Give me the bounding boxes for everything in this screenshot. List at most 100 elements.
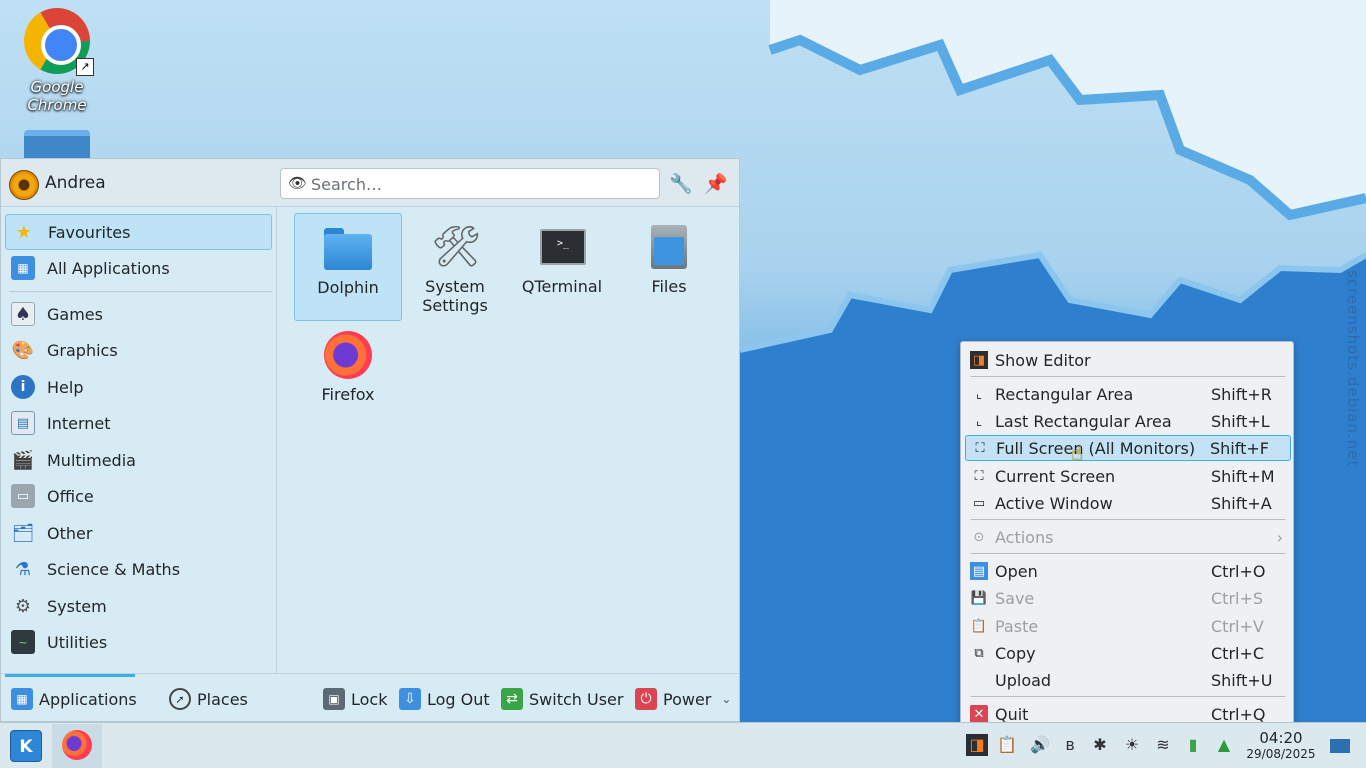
files-icon (645, 223, 693, 271)
sidebar-item-all-applications[interactable]: ▦ All Applications (5, 250, 272, 286)
menu-item-label: Upload (995, 670, 1052, 690)
menu-item-paste[interactable]: 📋 Paste Ctrl+V (965, 613, 1291, 639)
tab-applications[interactable]: ▦ Applications (11, 686, 137, 712)
app-tile-system-settings[interactable]: 🛠 System Settings (401, 213, 509, 321)
brightness-icon[interactable]: ☀ (1121, 734, 1143, 756)
other-icon: 🗂 (11, 522, 35, 544)
menu-item-shortcut: Shift+R (1211, 384, 1272, 404)
tools-icon: 🛠 (431, 224, 482, 270)
updates-arrow-icon[interactable]: ▲ (1213, 734, 1235, 756)
menu-item-last-rectangular-area[interactable]: ⌞ Last Rectangular Area Shift+L (965, 408, 1291, 434)
palette-icon: 🎨 (11, 339, 35, 361)
tab-places[interactable]: ➚ Places (169, 686, 248, 712)
system-icon: ⚙ (14, 595, 32, 617)
hand-cursor-icon: ☝ (1071, 441, 1084, 465)
wifi-icon[interactable]: ≋ (1152, 734, 1174, 756)
switch-user-icon: ⇄ (501, 688, 523, 710)
bluetooth-badge-icon[interactable]: ʙ (1059, 734, 1081, 756)
search-box[interactable]: 👁 (280, 168, 660, 199)
play-circle-icon: ⊙ (973, 529, 985, 545)
logout-button[interactable]: ⇩ Log Out (399, 686, 490, 712)
menu-item-actions[interactable]: ⊙ Actions › (965, 524, 1291, 550)
sidebar-item-multimedia[interactable]: 🎬 Multimedia (5, 442, 272, 478)
category-sidebar: ★ Favourites ▦ All Applications ♠ Games … (1, 207, 277, 673)
power-button[interactable]: ⏻ Power ⌄ (635, 686, 731, 712)
menu-item-shortcut: Shift+M (1211, 466, 1275, 486)
menu-item-upload[interactable]: Upload Shift+U (965, 667, 1291, 693)
upload-icon (970, 671, 988, 689)
show-desktop-icon[interactable] (1330, 739, 1350, 753)
menu-item-shortcut: Ctrl+C (1211, 643, 1265, 663)
lock-label: Lock (351, 689, 388, 709)
multimedia-icon: 🎬 (11, 449, 35, 471)
chrome-icon: ↗ (24, 8, 94, 76)
menu-separator (971, 553, 1285, 554)
menu-item-copy[interactable]: ⧉ Copy Ctrl+C (965, 640, 1291, 666)
sidebar-item-label: All Applications (47, 258, 170, 278)
search-input[interactable] (311, 173, 651, 195)
menu-separator (971, 519, 1285, 520)
sidebar-item-internet[interactable]: ▤ Internet (5, 405, 272, 441)
logout-label: Log Out (427, 689, 490, 709)
menu-item-label: Rectangular Area (995, 384, 1134, 404)
menu-item-label: Copy (995, 643, 1036, 663)
sidebar-item-help[interactable]: i Help (5, 369, 272, 405)
active-tab-indicator (5, 674, 135, 677)
battery-icon[interactable]: ▮ (1182, 734, 1204, 756)
sidebar-item-label: Graphics (47, 340, 118, 360)
menu-item-full-screen[interactable]: ⛶ Full Screen (All Monitors) Shift+F (965, 435, 1291, 461)
games-icon: ♠ (11, 302, 35, 326)
menu-item-show-editor[interactable]: ◨ Show Editor (965, 347, 1291, 373)
menu-item-active-window[interactable]: ▭ Active Window Shift+A (965, 490, 1291, 516)
taskbar: K ◨ 📋 🔊 ʙ ✱ ☀ ≋ ▮ ▲ 04:20 29/08/2025 (0, 722, 1366, 768)
menu-separator (971, 696, 1285, 697)
menu-item-shortcut: Ctrl+O (1211, 561, 1266, 581)
app-tile-files[interactable]: Files (615, 213, 723, 321)
lock-button[interactable]: ▣ Lock (323, 686, 387, 712)
sidebar-item-label: Internet (47, 413, 111, 433)
task-firefox[interactable] (52, 724, 102, 768)
app-tile-dolphin[interactable]: Dolphin (294, 213, 402, 321)
menu-item-current-screen[interactable]: ⛶ Current Screen Shift+M (965, 463, 1291, 489)
menu-item-save[interactable]: 💾 Save Ctrl+S (965, 585, 1291, 611)
volume-icon[interactable]: 🔊 (1029, 734, 1051, 756)
sidebar-item-label: Office (47, 486, 94, 506)
sidebar-item-science-maths[interactable]: ⚗ Science & Maths (5, 551, 272, 587)
sidebar-item-favourites[interactable]: ★ Favourites (5, 214, 272, 250)
menu-separator (971, 376, 1285, 377)
menu-item-shortcut: Shift+U (1211, 670, 1273, 690)
avatar[interactable] (9, 170, 39, 200)
sidebar-item-label: Favourites (48, 222, 131, 242)
sidebar-item-office[interactable]: ▭ Office (5, 478, 272, 514)
shortcut-arrow-icon: ↗ (76, 58, 94, 76)
sidebar-item-utilities[interactable]: ~ Utilities (5, 624, 272, 660)
open-icon: ▤ (970, 562, 988, 580)
kde-launcher-icon[interactable]: K (10, 730, 42, 762)
pin-icon[interactable]: 📌 (703, 171, 729, 197)
sidebar-item-system[interactable]: ⚙ System (5, 588, 272, 624)
spectacle-tray-icon[interactable]: ◨ (966, 734, 988, 756)
tab-label: Places (197, 689, 248, 709)
internet-icon: ▤ (11, 411, 35, 435)
switch-user-button[interactable]: ⇄ Switch User (501, 686, 623, 712)
app-tile-qterminal[interactable]: >_ QTerminal (508, 213, 616, 321)
clipboard-icon[interactable]: 📋 (996, 734, 1018, 756)
menu-item-open[interactable]: ▤ Open Ctrl+O (965, 558, 1291, 584)
configure-icon[interactable]: 🔧 (668, 171, 694, 197)
menu-item-rectangular-area[interactable]: ⌞ Rectangular Area Shift+R (965, 381, 1291, 407)
desktop-folder-icon[interactable] (24, 130, 90, 160)
sidebar-item-graphics[interactable]: 🎨 Graphics (5, 332, 272, 368)
bluetooth-icon[interactable]: ✱ (1089, 734, 1111, 756)
menu-item-shortcut: Shift+F (1210, 438, 1269, 458)
menu-item-shortcut: Ctrl+S (1211, 588, 1264, 608)
sidebar-item-games[interactable]: ♠ Games (5, 296, 272, 332)
desktop-chrome-shortcut[interactable]: ↗ Google Chrome (17, 0, 97, 114)
clock[interactable]: 04:20 29/08/2025 (1244, 730, 1318, 762)
power-icon: ⏻ (635, 688, 657, 710)
chevron-down-icon[interactable]: ⌄ (721, 692, 731, 706)
compass-icon: ➚ (169, 688, 191, 710)
app-tile-firefox[interactable]: Firefox (294, 321, 402, 429)
window-icon: ▭ (972, 495, 986, 511)
sidebar-item-other[interactable]: 🗂 Other (5, 515, 272, 551)
application-launcher: Andrea 👁 🔧 📌 ★ Favourites ▦ All Applicat… (0, 158, 740, 722)
